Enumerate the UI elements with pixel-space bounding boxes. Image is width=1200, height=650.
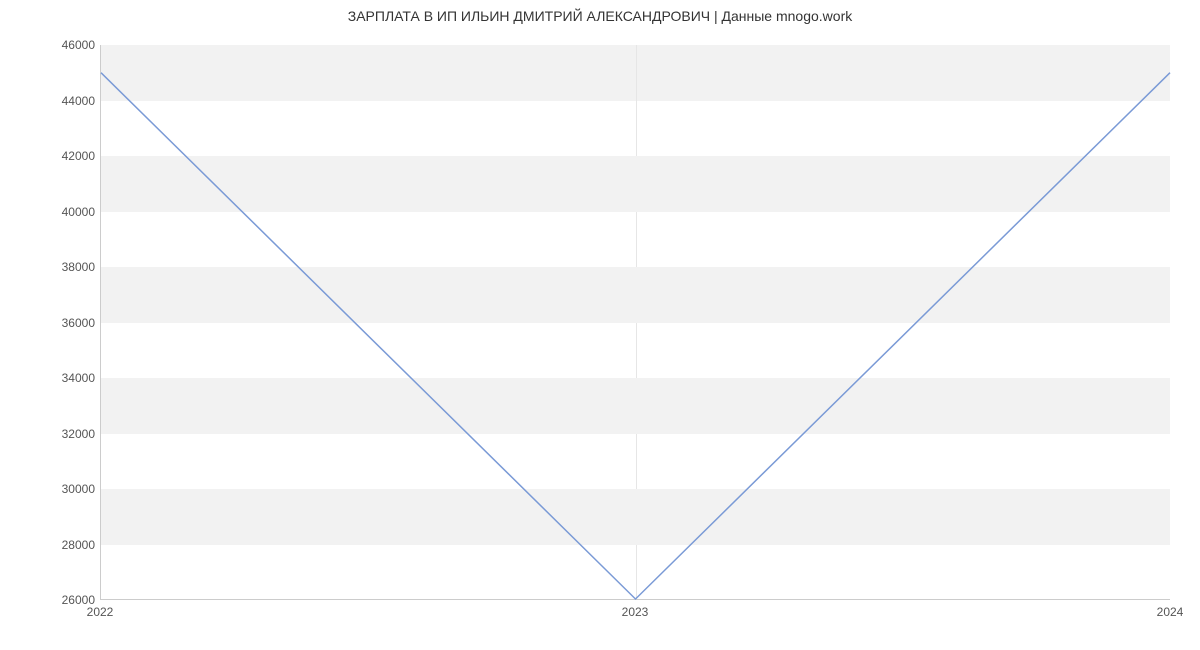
chart-title: ЗАРПЛАТА В ИП ИЛЬИН ДМИТРИЙ АЛЕКСАНДРОВИ… bbox=[0, 8, 1200, 24]
y-tick-label: 40000 bbox=[0, 205, 95, 219]
line-chart: ЗАРПЛАТА В ИП ИЛЬИН ДМИТРИЙ АЛЕКСАНДРОВИ… bbox=[0, 0, 1200, 650]
series-line bbox=[101, 73, 1170, 599]
y-tick-label: 36000 bbox=[0, 316, 95, 330]
plot-area bbox=[100, 45, 1170, 600]
y-tick-label: 42000 bbox=[0, 149, 95, 163]
y-tick-label: 34000 bbox=[0, 371, 95, 385]
y-tick-label: 44000 bbox=[0, 94, 95, 108]
y-tick-label: 28000 bbox=[0, 538, 95, 552]
x-tick-label: 2022 bbox=[87, 605, 114, 619]
y-tick-label: 30000 bbox=[0, 482, 95, 496]
y-tick-label: 32000 bbox=[0, 427, 95, 441]
x-tick-label: 2024 bbox=[1157, 605, 1184, 619]
x-tick-label: 2023 bbox=[622, 605, 649, 619]
y-tick-label: 26000 bbox=[0, 593, 95, 607]
y-tick-label: 38000 bbox=[0, 260, 95, 274]
series-line-layer bbox=[101, 45, 1170, 599]
y-tick-label: 46000 bbox=[0, 38, 95, 52]
